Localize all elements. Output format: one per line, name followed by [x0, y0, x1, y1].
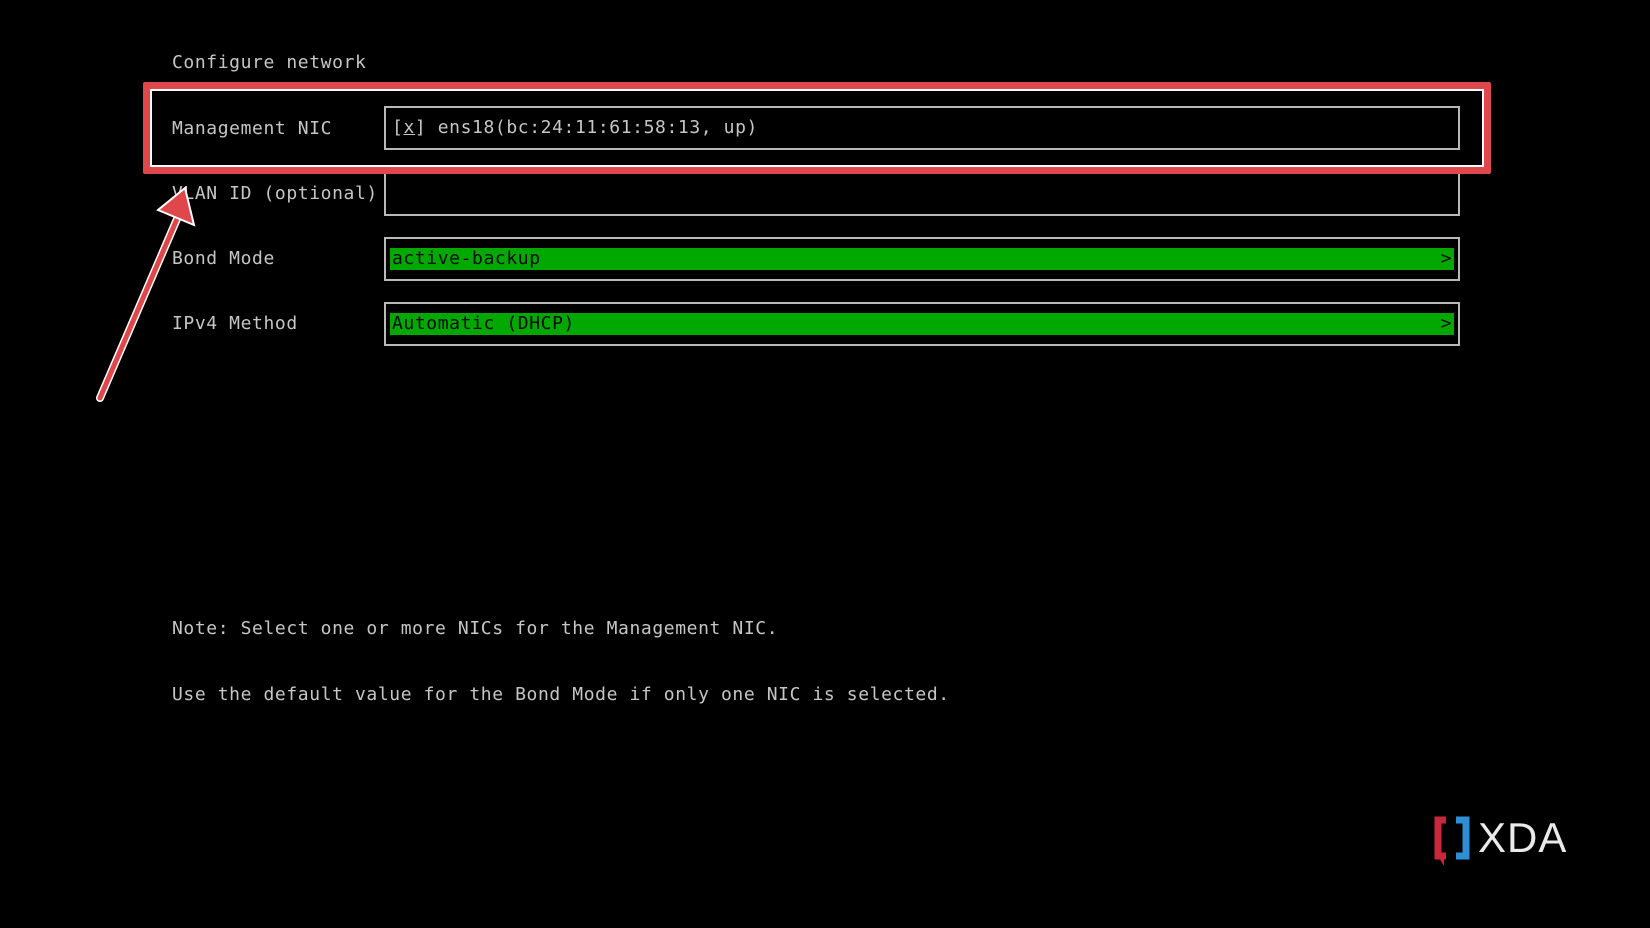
bond-mode-label: Bond Mode — [172, 248, 275, 269]
ipv4-method-label: IPv4 Method — [172, 313, 298, 334]
ipv4-method-value[interactable]: Automatic (DHCP) — [392, 313, 575, 335]
chevron-right-icon[interactable]: > — [1441, 248, 1452, 270]
note-line-1: Note: Select one or more NICs for the Ma… — [172, 618, 779, 639]
bond-mode-value[interactable]: active-backup — [392, 248, 541, 270]
page-title: Configure network — [172, 52, 367, 73]
watermark-text: XDA — [1478, 814, 1568, 861]
vlan-id-label: VLAN ID (optional) — [172, 183, 378, 204]
annotation-highlight-box — [143, 82, 1491, 174]
bracket-logo-icon — [1434, 816, 1470, 866]
chevron-right-icon[interactable]: > — [1441, 313, 1452, 335]
note-line-2: Use the default value for the Bond Mode … — [172, 684, 950, 705]
vlan-id-field[interactable] — [384, 172, 1460, 216]
ipv4-method-select[interactable]: Automatic (DHCP) > — [384, 302, 1460, 346]
note-text: Note: Select one or more NICs for the Ma… — [172, 574, 950, 728]
bond-mode-select[interactable]: active-backup > — [384, 237, 1460, 281]
xda-logo-icon: XDA — [1432, 812, 1592, 868]
bond-mode-highlight — [390, 248, 1454, 270]
